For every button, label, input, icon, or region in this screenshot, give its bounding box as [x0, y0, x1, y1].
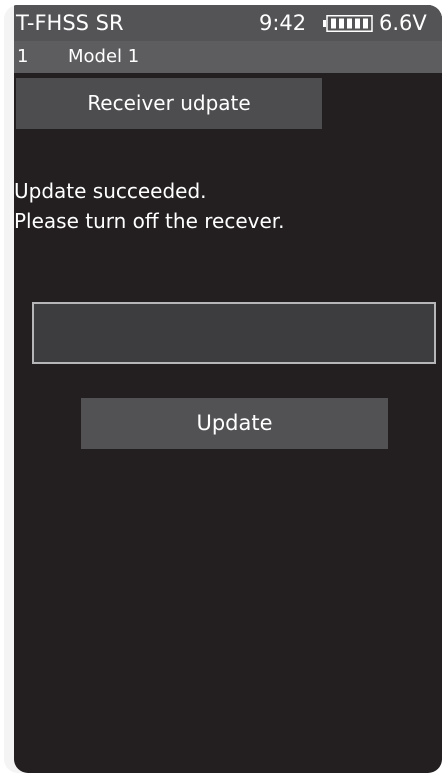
model-number: 1 — [17, 46, 29, 67]
model-bar: 1 Model 1 — [14, 41, 442, 73]
message-line-2: Please turn off the recever. — [14, 209, 285, 233]
clock: 9:42 — [259, 11, 307, 35]
status-message: Update succeeded. Please turn off the re… — [14, 176, 442, 236]
protocol-label: T-FHSS SR — [16, 11, 124, 35]
battery-voltage: 6.6V — [379, 11, 427, 35]
page-title: Receiver udpate — [16, 78, 322, 129]
transmitter-frame: T-FHSS SR 9:42 6.6V 1 Model 1 Receiver u… — [4, 5, 442, 773]
update-button[interactable]: Update — [81, 398, 388, 449]
battery-icon — [323, 15, 373, 32]
progress-bar — [32, 302, 436, 364]
message-line-1: Update succeeded. — [14, 179, 207, 203]
status-bar: T-FHSS SR 9:42 6.6V — [14, 5, 442, 41]
lcd-screen: T-FHSS SR 9:42 6.6V 1 Model 1 Receiver u… — [14, 5, 442, 773]
model-name: Model 1 — [68, 46, 140, 67]
